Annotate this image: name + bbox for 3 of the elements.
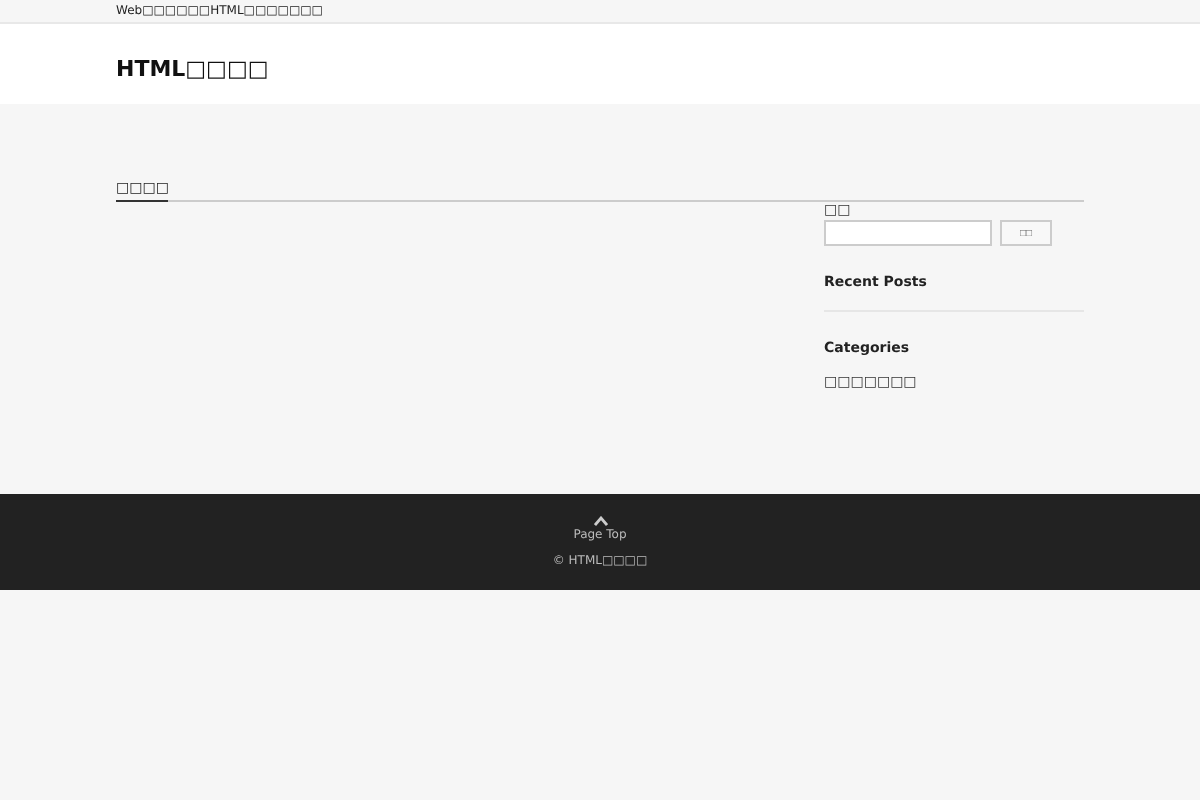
- site-title[interactable]: HTML□□□□: [116, 55, 269, 81]
- search-field[interactable]: [824, 220, 992, 246]
- caret-up-icon: [593, 516, 607, 526]
